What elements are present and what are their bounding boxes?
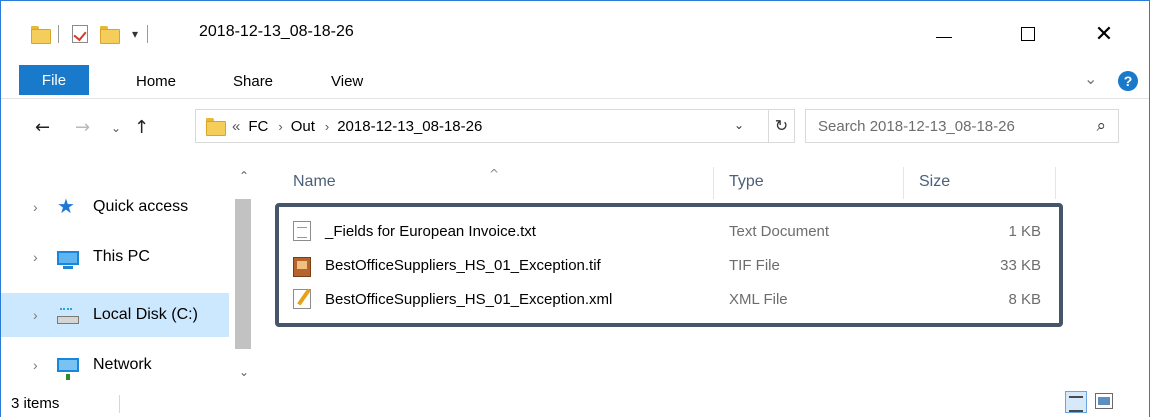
file-size: 1 KB xyxy=(1008,222,1041,240)
quick-access-star-icon: ★ xyxy=(57,196,75,218)
breadcrumb-separator[interactable]: › xyxy=(325,119,329,134)
column-divider[interactable] xyxy=(1055,167,1056,199)
sidebar-item-this-pc[interactable]: › This PC xyxy=(1,235,229,279)
sidebar-item-label: Network xyxy=(93,356,152,373)
properties-icon[interactable] xyxy=(72,25,88,43)
xml-file-icon xyxy=(293,289,311,309)
sidebar-item-local-disk[interactable]: › Local Disk (C:) xyxy=(1,293,229,337)
large-icons-view-icon[interactable] xyxy=(1095,393,1113,409)
status-divider xyxy=(119,395,120,413)
refresh-button[interactable]: ↻ xyxy=(769,109,795,143)
breadcrumb-overflow[interactable]: « xyxy=(232,118,240,135)
file-name: BestOfficeSuppliers_HS_01_Exception.xml xyxy=(325,290,613,308)
scroll-up-icon[interactable]: ⌃ xyxy=(239,169,249,183)
toolbar-separator xyxy=(58,25,59,43)
expand-chevron-icon[interactable]: › xyxy=(33,199,38,215)
tif-image-icon xyxy=(293,257,311,277)
search-input[interactable]: Search 2018-12-13_08-18-26 ⌕ xyxy=(805,109,1119,143)
file-size: 8 KB xyxy=(1008,290,1041,308)
file-name: _Fields for European Invoice.txt xyxy=(325,222,536,240)
navigation-pane: › ★ Quick access › This PC › Local Disk … xyxy=(1,163,263,391)
column-header-size[interactable]: Size xyxy=(919,173,950,191)
maximize-button[interactable] xyxy=(1005,11,1051,57)
file-list: ^ Name Type Size _Fields for European In… xyxy=(263,163,1149,391)
local-disk-icon xyxy=(57,308,79,324)
breadcrumb-fc[interactable]: FC xyxy=(248,118,268,135)
file-row[interactable]: BestOfficeSuppliers_HS_01_Exception.tif … xyxy=(293,249,1045,281)
text-file-icon xyxy=(293,221,311,241)
item-count: 3 items xyxy=(11,395,60,412)
help-icon[interactable]: ? xyxy=(1118,71,1138,91)
minimize-icon xyxy=(936,36,952,38)
expand-chevron-icon[interactable]: › xyxy=(33,307,38,323)
details-view-icon[interactable] xyxy=(1065,391,1087,413)
breadcrumb-out[interactable]: Out xyxy=(291,118,315,135)
expand-chevron-icon[interactable]: › xyxy=(33,249,38,265)
file-row[interactable]: BestOfficeSuppliers_HS_01_Exception.xml … xyxy=(293,283,1045,315)
explorer-window: ▾ 2018-12-13_08-18-26 ✕ File Home Share … xyxy=(0,0,1150,417)
window-title: 2018-12-13_08-18-26 xyxy=(199,23,354,40)
search-icon[interactable]: ⌕ xyxy=(1096,116,1106,136)
up-button[interactable]: ↑ xyxy=(134,117,149,138)
maximize-icon xyxy=(1021,27,1035,41)
column-divider[interactable] xyxy=(903,167,904,199)
scrollbar-thumb[interactable] xyxy=(235,199,251,349)
file-row[interactable]: _Fields for European Invoice.txt Text Do… xyxy=(293,215,1045,247)
quick-access-toolbar: ▾ xyxy=(31,21,157,47)
file-type: TIF File xyxy=(729,256,780,274)
customize-toolbar-dropdown[interactable]: ▾ xyxy=(132,28,138,40)
breadcrumb-separator[interactable]: › xyxy=(278,119,282,134)
ribbon-tabs: File Home Share View ⌄ ? xyxy=(1,63,1149,99)
sidebar-item-label: This PC xyxy=(93,248,150,265)
tab-view[interactable]: View xyxy=(331,73,363,90)
this-pc-icon xyxy=(57,251,79,269)
close-button[interactable]: ✕ xyxy=(1081,11,1127,57)
new-folder-icon[interactable] xyxy=(100,26,120,44)
toolbar-separator xyxy=(147,25,149,43)
sidebar-item-label: Local Disk (C:) xyxy=(93,306,198,323)
address-bar[interactable]: « FC › Out › 2018-12-13_08-18-26 ⌄ xyxy=(195,109,769,143)
expand-ribbon-chevron-icon[interactable]: ⌄ xyxy=(1084,69,1097,89)
column-header-type[interactable]: Type xyxy=(729,173,764,191)
sidebar-item-label: Quick access xyxy=(93,198,189,215)
file-type: Text Document xyxy=(729,222,830,240)
back-button[interactable]: ← xyxy=(35,117,50,138)
folder-icon xyxy=(206,118,226,136)
sidebar-item-quick-access[interactable]: › ★ Quick access xyxy=(1,185,229,229)
address-dropdown-icon[interactable]: ⌄ xyxy=(734,118,744,132)
nav-pane-scrollbar[interactable]: ⌃ ⌄ xyxy=(229,163,263,391)
tab-home[interactable]: Home xyxy=(136,73,176,90)
column-divider[interactable] xyxy=(713,167,714,199)
expand-chevron-icon[interactable]: › xyxy=(33,357,38,373)
tab-file[interactable]: File xyxy=(19,65,89,95)
tab-share[interactable]: Share xyxy=(233,73,273,90)
sort-ascending-icon: ^ xyxy=(489,167,500,181)
breadcrumb-current-folder[interactable]: 2018-12-13_08-18-26 xyxy=(337,118,482,135)
file-name: BestOfficeSuppliers_HS_01_Exception.tif xyxy=(325,256,601,274)
status-bar: 3 items xyxy=(1,391,1149,417)
forward-button[interactable]: → xyxy=(75,117,90,138)
network-icon xyxy=(57,358,79,380)
title-bar: ▾ 2018-12-13_08-18-26 ✕ xyxy=(1,1,1149,63)
sidebar-item-network[interactable]: › Network xyxy=(1,343,229,387)
file-size: 33 KB xyxy=(1000,256,1041,274)
search-placeholder: Search 2018-12-13_08-18-26 xyxy=(818,118,1015,135)
scroll-down-icon[interactable]: ⌄ xyxy=(239,365,249,379)
folder-icon[interactable] xyxy=(31,26,51,44)
navigation-bar: ← → ⌄ ↑ « FC › Out › 2018-12-13_08-18-26… xyxy=(1,99,1149,163)
recent-locations-dropdown[interactable]: ⌄ xyxy=(111,121,121,135)
minimize-button[interactable] xyxy=(921,11,967,57)
column-header-name[interactable]: Name xyxy=(293,173,336,191)
file-type: XML File xyxy=(729,290,788,308)
